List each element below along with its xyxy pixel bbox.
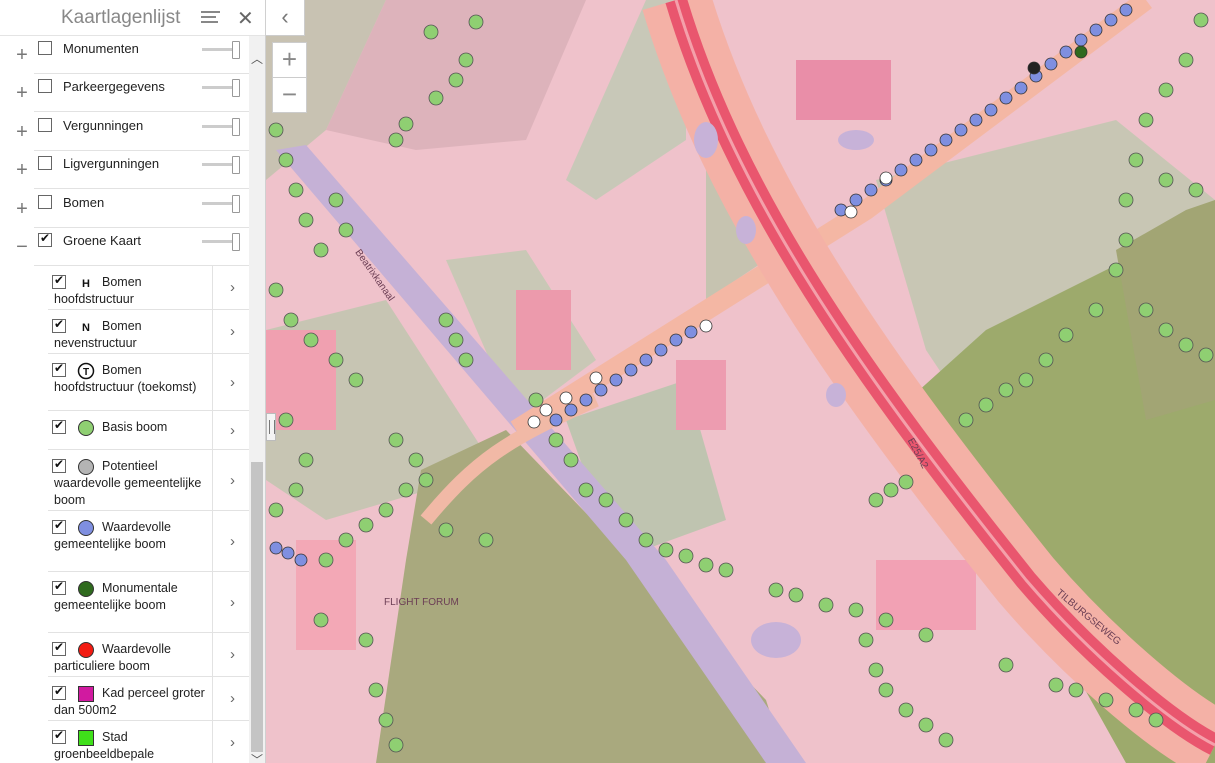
- chevron-right-icon[interactable]: ›: [230, 690, 235, 707]
- legend-label: Monumentale gemeentelijke boom: [54, 581, 178, 612]
- legend-item-bomen-nevenstructuur: N Bomen nevenstructuur ›: [48, 310, 249, 354]
- expand-plus-icon[interactable]: +: [13, 83, 31, 103]
- layer-checkbox[interactable]: [38, 195, 52, 209]
- legend-label: Waardevolle particuliere boom: [54, 642, 172, 673]
- layer-label: Vergunningen: [63, 118, 144, 133]
- chevron-right-icon[interactable]: ›: [230, 472, 235, 489]
- layer-checkbox[interactable]: [38, 41, 52, 55]
- layer-list-panel: Kaartlagenlijst ✕ + Monumenten + Parkeer…: [0, 0, 266, 763]
- collapse-minus-icon[interactable]: −: [13, 237, 31, 257]
- legend-item-basis-boom: Basis boom ›: [48, 411, 249, 450]
- panel-resize-handle[interactable]: [266, 413, 276, 441]
- layer-label: Bomen: [63, 195, 105, 210]
- opacity-slider[interactable]: [202, 41, 242, 59]
- panel-scrollbar[interactable]: ︿ ﹀: [249, 36, 265, 763]
- area-label: FLIGHT FORUM: [384, 597, 459, 608]
- legend-item-bomen-hoofdstructuur: H Bomen hoofdstructuur ›: [48, 266, 249, 310]
- legend-item-particulier: Waardevolle particuliere boom ›: [48, 633, 249, 677]
- layer-label: Groene Kaart: [63, 233, 142, 248]
- legend-label: Stad groenbeeldbepale: [54, 730, 155, 761]
- layer-list: + Monumenten + Parkeergegevens + Vergunn…: [0, 36, 249, 763]
- zoom-control: + −: [272, 42, 307, 113]
- chevron-right-icon[interactable]: ›: [230, 323, 235, 340]
- layer-label: Monumenten: [63, 41, 139, 56]
- layer-checkbox[interactable]: [38, 118, 52, 132]
- layer-row-bomen: + Bomen: [0, 190, 249, 228]
- legend-label: Basis boom: [102, 420, 168, 434]
- layer-checkbox[interactable]: [38, 156, 52, 170]
- layer-row-parkeergegevens: + Parkeergegevens: [0, 74, 249, 112]
- opacity-slider[interactable]: [202, 118, 242, 136]
- legend-item-potentieel-waardevol: Potentieel waardevolle gemeentelijke boo…: [48, 450, 249, 511]
- chevron-right-icon[interactable]: ›: [230, 646, 235, 663]
- opacity-slider[interactable]: [202, 195, 242, 213]
- chevron-left-icon[interactable]: ‹: [266, 0, 305, 36]
- map-base-layer: [266, 0, 1215, 763]
- layer-checkbox[interactable]: [38, 231, 52, 247]
- close-icon[interactable]: ✕: [237, 6, 254, 31]
- opacity-slider[interactable]: [202, 156, 242, 174]
- scroll-up-arrow-icon[interactable]: ︿: [249, 50, 265, 66]
- chevron-right-icon[interactable]: ›: [230, 374, 235, 391]
- expand-plus-icon[interactable]: +: [13, 160, 31, 180]
- panel-header: Kaartlagenlijst ✕: [0, 0, 265, 36]
- monumentaal-marker: [1074, 45, 1088, 59]
- opacity-slider[interactable]: [202, 233, 242, 251]
- layer-row-vergunningen: + Vergunningen: [0, 113, 249, 151]
- legend-label: Kad perceel groter dan 500m2: [54, 686, 205, 717]
- layer-row-groene-kaart: − Groene Kaart: [0, 228, 249, 266]
- chevron-right-icon[interactable]: ›: [230, 279, 235, 296]
- legend-item-waardevol-gemeentelijk: Waardevolle gemeentelijke boom ›: [48, 511, 249, 572]
- expand-plus-icon[interactable]: +: [13, 122, 31, 142]
- scroll-down-arrow-icon[interactable]: ﹀: [249, 751, 265, 763]
- legend-label: Bomen hoofdstructuur (toekomst): [54, 363, 197, 394]
- expand-plus-icon[interactable]: +: [13, 45, 31, 65]
- zoom-in-button[interactable]: +: [273, 43, 306, 78]
- legend-item-stad-groen: Stad groenbeeldbepale ›: [48, 721, 249, 763]
- legend-item-monumentaal: Monumentale gemeentelijke boom ›: [48, 572, 249, 633]
- expand-plus-icon[interactable]: +: [13, 199, 31, 219]
- chevron-right-icon[interactable]: ›: [230, 594, 235, 611]
- legend-item-kad-perceel: Kad perceel groter dan 500m2 ›: [48, 677, 249, 721]
- layer-row-ligvergunningen: + Ligvergunningen: [0, 151, 249, 189]
- panel-title: Kaartlagenlijst: [61, 7, 181, 28]
- zoom-out-button[interactable]: −: [273, 78, 306, 113]
- layer-row-monumenten: + Monumenten: [0, 36, 249, 74]
- layer-label: Parkeergegevens: [63, 79, 165, 94]
- layer-checkbox[interactable]: [38, 79, 52, 93]
- legend-label: Bomen hoofdstructuur: [54, 275, 142, 306]
- chevron-right-icon[interactable]: ›: [230, 422, 235, 439]
- layer-label: Ligvergunningen: [63, 156, 160, 171]
- hamburger-menu-icon[interactable]: [201, 11, 220, 25]
- opacity-slider[interactable]: [202, 79, 242, 97]
- chevron-right-icon[interactable]: ›: [230, 734, 235, 751]
- legend-item-bomen-toekomst: T Bomen hoofdstructuur (toekomst) ›: [48, 354, 249, 411]
- map-canvas[interactable]: Beatrixkanaal E25/A2 TILBURGSEWEG FLIGHT…: [266, 0, 1215, 763]
- legend-label: Bomen nevenstructuur: [54, 319, 142, 350]
- legend-label: Waardevolle gemeentelijke boom: [54, 520, 172, 551]
- chevron-right-icon[interactable]: ›: [230, 533, 235, 550]
- monumentaal-marker: [1027, 61, 1041, 75]
- legend-label: Potentieel waardevolle gemeentelijke boo…: [54, 459, 202, 507]
- scrollbar-thumb[interactable]: [251, 462, 263, 752]
